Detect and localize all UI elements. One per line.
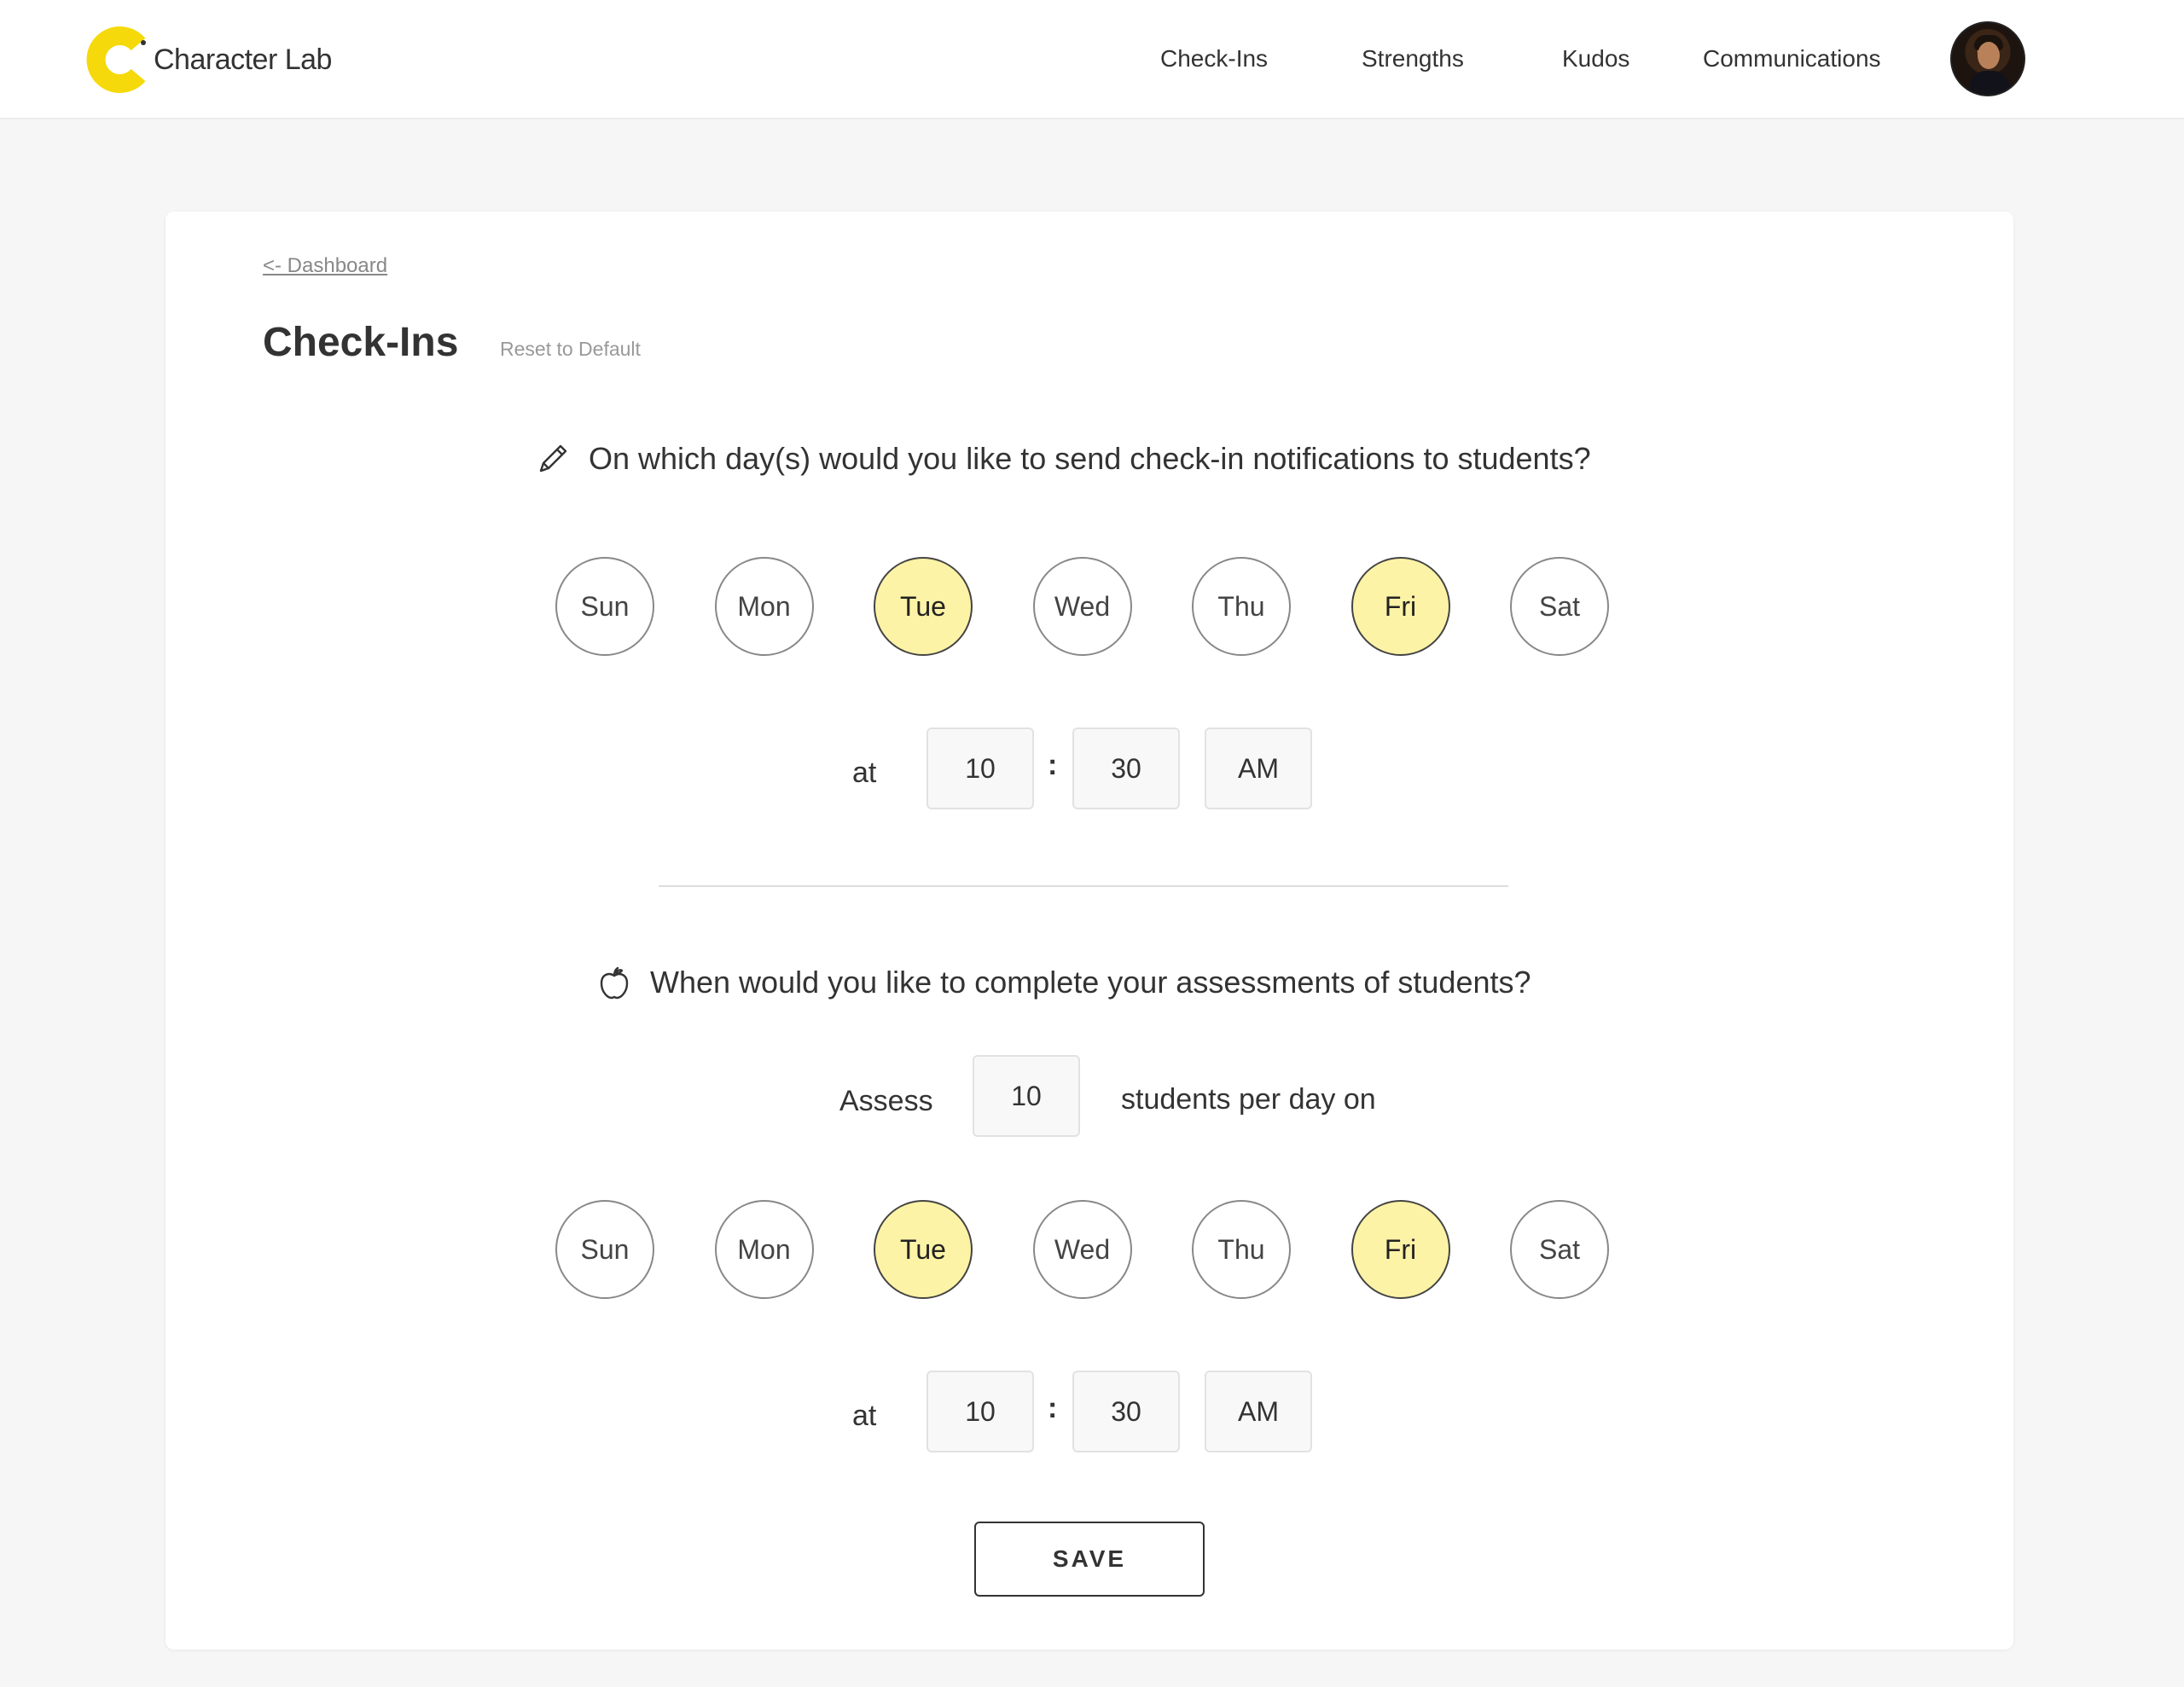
reset-to-default-link[interactable]: Reset to Default bbox=[500, 338, 641, 361]
page-title: Check-Ins bbox=[263, 320, 459, 365]
day-toggle-thu[interactable]: Thu bbox=[1192, 557, 1291, 656]
notification-minute-field[interactable]: 30 bbox=[1072, 728, 1180, 809]
assessment-minute-field[interactable]: 30 bbox=[1072, 1371, 1180, 1452]
pencil-icon bbox=[534, 440, 572, 478]
nav-kudos[interactable]: Kudos bbox=[1562, 45, 1629, 72]
back-to-dashboard-link[interactable]: <- Dashboard bbox=[263, 254, 387, 278]
section-divider bbox=[659, 885, 1508, 887]
nav-strengths[interactable]: Strengths bbox=[1362, 45, 1464, 72]
logo-text: Character Lab bbox=[154, 43, 332, 76]
logo[interactable]: Character Lab bbox=[85, 26, 332, 94]
students-per-day-label: students per day on bbox=[1121, 1083, 1376, 1116]
day-toggle-sun[interactable]: Sun bbox=[555, 557, 654, 656]
assessment-at-label: at bbox=[852, 1400, 877, 1432]
day-toggle-tue[interactable]: Tue bbox=[874, 1200, 973, 1299]
top-bar: Character Lab Check-Ins Strengths Kudos … bbox=[0, 0, 2184, 118]
avatar[interactable] bbox=[1950, 21, 2025, 96]
day-toggle-tue[interactable]: Tue bbox=[874, 557, 973, 656]
day-toggle-thu[interactable]: Thu bbox=[1192, 1200, 1291, 1299]
time-colon: : bbox=[1048, 1392, 1058, 1424]
students-per-day-field[interactable]: 10 bbox=[973, 1055, 1080, 1137]
day-toggle-sat[interactable]: Sat bbox=[1510, 557, 1609, 656]
day-toggle-mon[interactable]: Mon bbox=[714, 557, 814, 656]
notification-hour-field[interactable]: 10 bbox=[926, 728, 1034, 809]
notification-at-label: at bbox=[852, 757, 877, 789]
day-toggle-sun[interactable]: Sun bbox=[555, 1200, 654, 1299]
nav-communications[interactable]: Communications bbox=[1703, 45, 1881, 72]
day-toggle-mon[interactable]: Mon bbox=[714, 1200, 814, 1299]
day-toggle-fri[interactable]: Fri bbox=[1350, 1200, 1450, 1299]
assessment-hour-field[interactable]: 10 bbox=[926, 1371, 1034, 1452]
notification-question-text: On which day(s) would you like to send c… bbox=[589, 441, 1591, 476]
day-toggle-sat[interactable]: Sat bbox=[1510, 1200, 1609, 1299]
apple-icon bbox=[595, 964, 633, 1001]
character-lab-logo-icon bbox=[85, 26, 154, 94]
notification-question: On which day(s) would you like to send c… bbox=[534, 440, 1591, 478]
save-button[interactable]: SAVE bbox=[974, 1522, 1205, 1597]
assessment-ampm-field[interactable]: AM bbox=[1205, 1371, 1312, 1452]
notification-ampm-field[interactable]: AM bbox=[1205, 728, 1312, 809]
day-toggle-wed[interactable]: Wed bbox=[1032, 1200, 1132, 1299]
assessment-question: When would you like to complete your ass… bbox=[595, 964, 1531, 1001]
time-colon: : bbox=[1048, 749, 1058, 781]
nav-check-ins[interactable]: Check-Ins bbox=[1160, 45, 1268, 72]
day-toggle-wed[interactable]: Wed bbox=[1032, 557, 1132, 656]
assessment-question-text: When would you like to complete your ass… bbox=[650, 965, 1531, 1000]
day-toggle-fri[interactable]: Fri bbox=[1350, 557, 1450, 656]
assess-label: Assess bbox=[839, 1085, 933, 1117]
